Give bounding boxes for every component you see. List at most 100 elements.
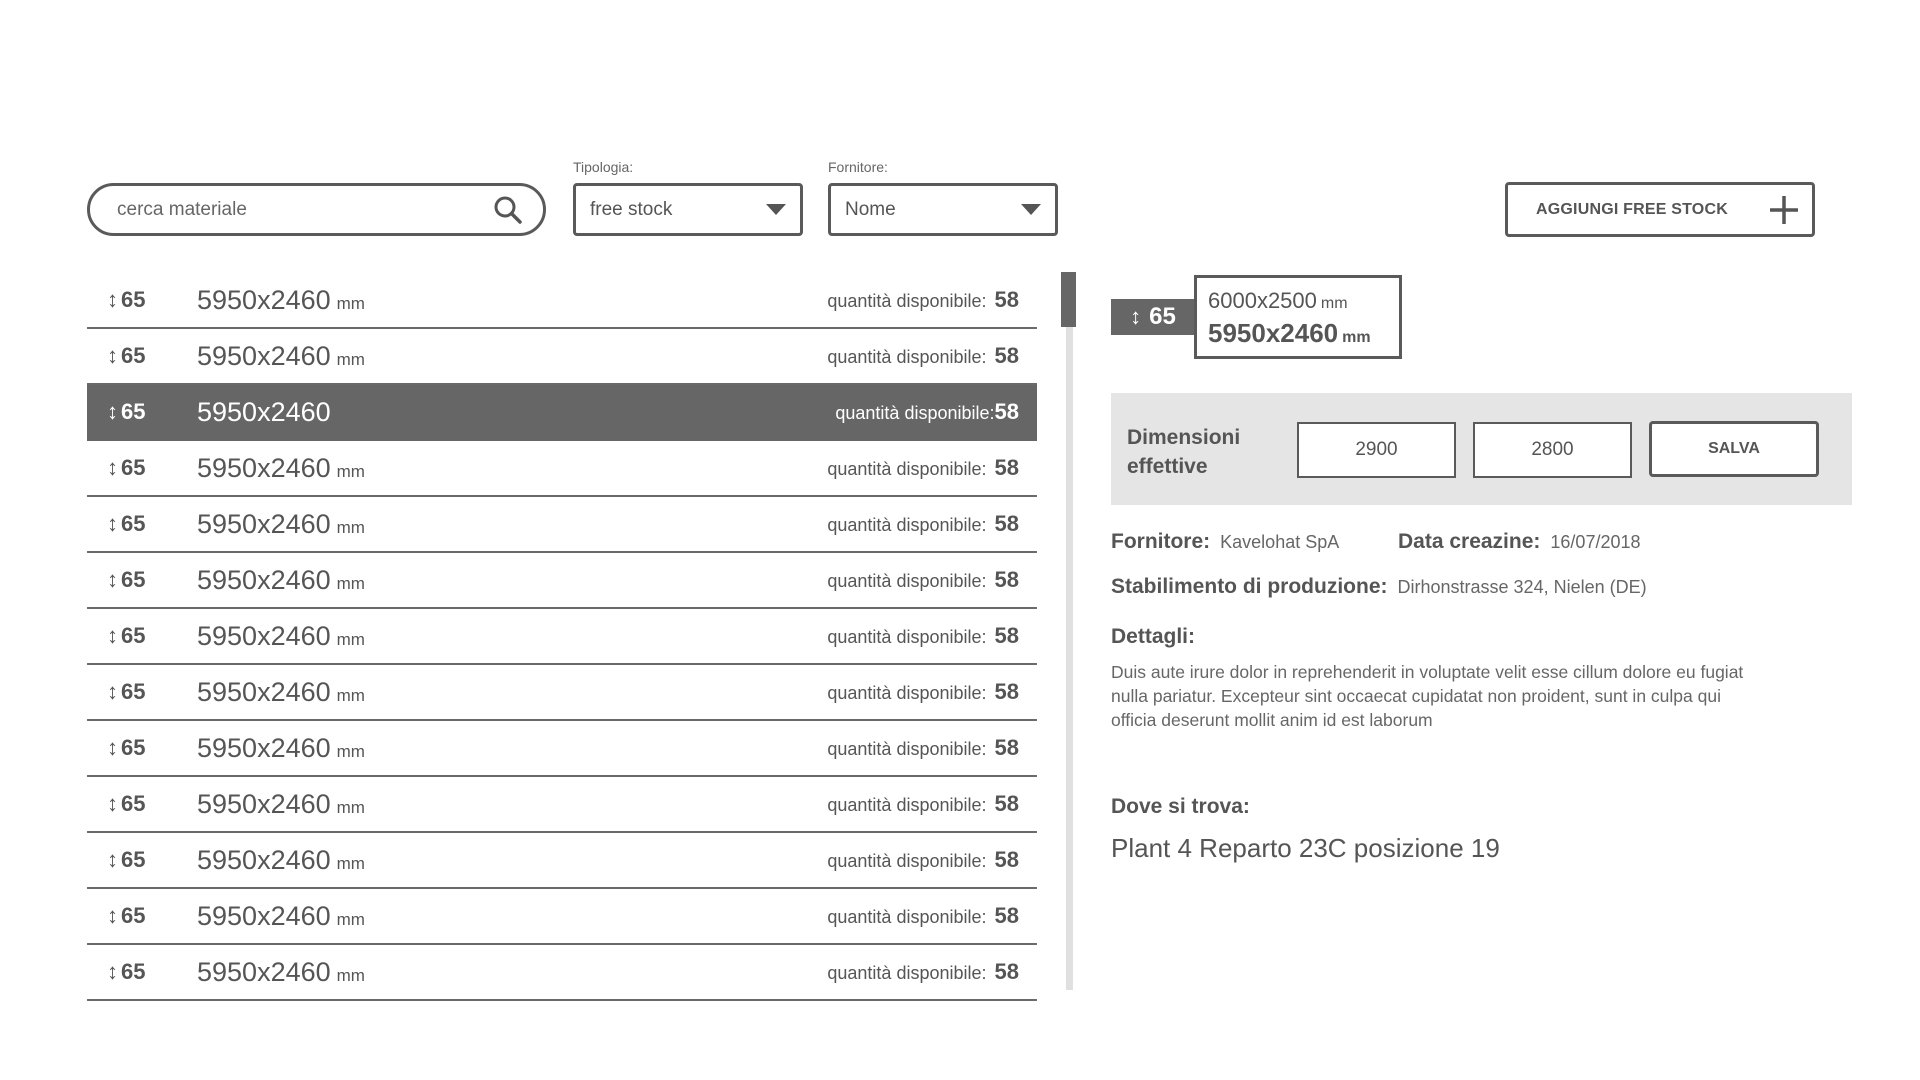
dettagli-text: Duis aute irure dolor in reprehenderit i… [1111, 662, 1744, 730]
thickness: ↕ 65 [107, 343, 146, 368]
dimensions: 5950x2460 mm [197, 844, 365, 875]
thickness: ↕ 65 [107, 567, 146, 592]
vertical-arrow-icon: ↕ [107, 455, 118, 480]
fornitore-value: Nome [845, 198, 896, 220]
search-bar[interactable] [87, 183, 546, 236]
thickness: ↕ 65 [107, 735, 146, 760]
thickness: ↕ 65 [107, 903, 146, 928]
thickness: ↕ 65 [107, 791, 146, 816]
chevron-down-icon [1021, 204, 1041, 215]
vertical-arrow-icon: ↕ [107, 847, 118, 872]
data-info: Data creazine: 16/07/2018 [1398, 530, 1641, 554]
size-current-unit: mm [1342, 329, 1371, 346]
dimensions: 5950x2460 mm [197, 452, 365, 483]
thickness: ↕ 65 [107, 399, 146, 424]
list-item[interactable]: ↕ 65 5950x2460 mm quantità disponibile: 58 [87, 553, 1037, 609]
thickness-value: 65 [1149, 303, 1176, 330]
list-item[interactable]: ↕ 65 5950x2460 quantità disponibile: 58 [87, 385, 1037, 441]
list-item[interactable]: ↕ 65 5950x2460 mm quantità disponibile: 58 [87, 441, 1037, 497]
thickness: ↕ 65 [107, 455, 146, 480]
vertical-arrow-icon: ↕ [107, 903, 118, 928]
quantity: quantità disponibile: 58 [827, 567, 1019, 592]
quantity: quantità disponibile: 58 [827, 287, 1019, 312]
add-free-stock-label: AGGIUNGI FREE STOCK [1536, 200, 1728, 218]
height-input[interactable] [1473, 422, 1632, 478]
save-button[interactable]: SALVA [1649, 421, 1819, 477]
vertical-arrow-icon: ↕ [107, 791, 118, 816]
stabilimento-val: Dirhonstrasse 324, Nielen (DE) [1397, 577, 1647, 597]
tipologia-select[interactable]: free stock [573, 183, 803, 236]
list-item[interactable]: ↕ 65 5950x2460 mm quantità disponibile: 58 [87, 665, 1037, 721]
fornitore-key: Fornitore: [1111, 530, 1211, 553]
dettagli-heading: Dettagli: [1111, 625, 1195, 648]
vertical-arrow-icon: ↕ [107, 567, 118, 592]
quantity: quantità disponibile: 58 [827, 679, 1019, 704]
fornitore-info: Fornitore: Kavelohat SpA [1111, 530, 1339, 554]
tipologia-value: free stock [590, 198, 673, 220]
dimensioni-label: Dimensioni effettive [1127, 426, 1241, 478]
search-icon[interactable] [491, 193, 525, 227]
dimensions: 5950x2460 [197, 396, 331, 427]
thickness: ↕ 65 [107, 511, 146, 536]
size-box: 6000x2500 mm 5950x2460 mm [1194, 275, 1402, 359]
list-item[interactable]: ↕ 65 5950x2460 mm quantità disponibile: 58 [87, 833, 1037, 889]
vertical-arrow-icon: ↕ [107, 399, 118, 424]
stabilimento-info: Stabilimento di produzione: Dirhonstrass… [1111, 575, 1647, 599]
dimensions: 5950x2460 mm [197, 956, 365, 987]
vertical-arrow-icon: ↕ [107, 679, 118, 704]
list-item[interactable]: ↕ 65 5950x2460 mm quantità disponibile: 58 [87, 329, 1037, 385]
size-current: 5950x2460 [1208, 318, 1339, 348]
thickness: ↕ 65 [107, 287, 146, 312]
quantity: quantità disponibile: 58 [827, 791, 1019, 816]
list-item[interactable]: ↕ 65 5950x2460 mm quantità disponibile: 58 [87, 889, 1037, 945]
list-item[interactable]: ↕ 65 5950x2460 mm quantità disponibile: 58 [87, 609, 1037, 665]
quantity: quantità disponibile: 58 [827, 511, 1019, 536]
quantity: quantità disponibile: 58 [827, 903, 1019, 928]
location-value: Plant 4 Reparto 23C posizione 19 [1111, 833, 1500, 863]
quantity: quantità disponibile: 58 [835, 399, 1019, 424]
dimensions: 5950x2460 mm [197, 564, 365, 595]
fornitore-select[interactable]: Nome [828, 183, 1058, 236]
add-free-stock-button[interactable]: AGGIUNGI FREE STOCK [1505, 182, 1815, 237]
vertical-arrow-icon: ↕ [107, 287, 118, 312]
dimensions: 5950x2460 mm [197, 284, 365, 315]
dove-heading: Dove si trova: [1111, 795, 1250, 818]
quantity: quantità disponibile: 58 [827, 735, 1019, 760]
vertical-arrow-icon: ↕ [107, 623, 118, 648]
list-item[interactable]: ↕ 65 5950x2460 mm quantità disponibile: 58 [87, 273, 1037, 329]
chevron-down-icon [766, 204, 786, 215]
vertical-arrow-icon: ↕ [1130, 304, 1142, 329]
dimensions: 5950x2460 mm [197, 508, 365, 539]
search-input[interactable] [117, 198, 491, 221]
material-list: ↕ 65 5950x2460 mm quantità disponibile: 58 … [87, 273, 1037, 1001]
scrollbar-thumb[interactable] [1061, 272, 1076, 327]
thickness: ↕ 65 [107, 679, 146, 704]
plus-icon [1770, 195, 1798, 224]
list-item[interactable]: ↕ 65 5950x2460 mm quantità disponibile: 58 [87, 777, 1037, 833]
fornitore-val: Kavelohat SpA [1220, 532, 1340, 552]
fornitore-label: Fornitore: [828, 159, 888, 175]
dimensions: 5950x2460 mm [197, 340, 365, 371]
thickness: ↕ 65 [107, 847, 146, 872]
list-item[interactable]: ↕ 65 5950x2460 mm quantità disponibile: 58 [87, 497, 1037, 553]
stabilimento-key: Stabilimento di produzione: [1111, 575, 1388, 598]
tipologia-label: Tipologia: [573, 159, 634, 175]
width-input[interactable] [1297, 422, 1456, 478]
scrollbar-track[interactable] [1066, 272, 1073, 990]
dimensions: 5950x2460 mm [197, 900, 365, 931]
list-item[interactable]: ↕ 65 5950x2460 mm quantità disponibile: 58 [87, 721, 1037, 777]
data-val: 16/07/2018 [1550, 532, 1641, 552]
dimensions: 5950x2460 mm [197, 788, 365, 819]
quantity: quantità disponibile: 58 [827, 623, 1019, 648]
quantity: quantità disponibile: 58 [827, 847, 1019, 872]
quantity: quantità disponibile: 58 [827, 959, 1019, 984]
dimensions: 5950x2460 mm [197, 732, 365, 763]
size-original: 6000x2500 [1208, 288, 1317, 313]
vertical-arrow-icon: ↕ [107, 735, 118, 760]
list-item[interactable]: ↕ 65 5950x2460 mm quantità disponibile: 58 [87, 945, 1037, 1001]
size-original-unit: mm [1320, 295, 1348, 312]
dimensioni-effettive-panel: Dimensioni effettive SALVA [1111, 393, 1852, 505]
thickness-badge: ↕ 65 [1111, 299, 1195, 335]
quantity: quantità disponibile: 58 [827, 455, 1019, 480]
data-key: Data creazine: [1398, 530, 1541, 553]
